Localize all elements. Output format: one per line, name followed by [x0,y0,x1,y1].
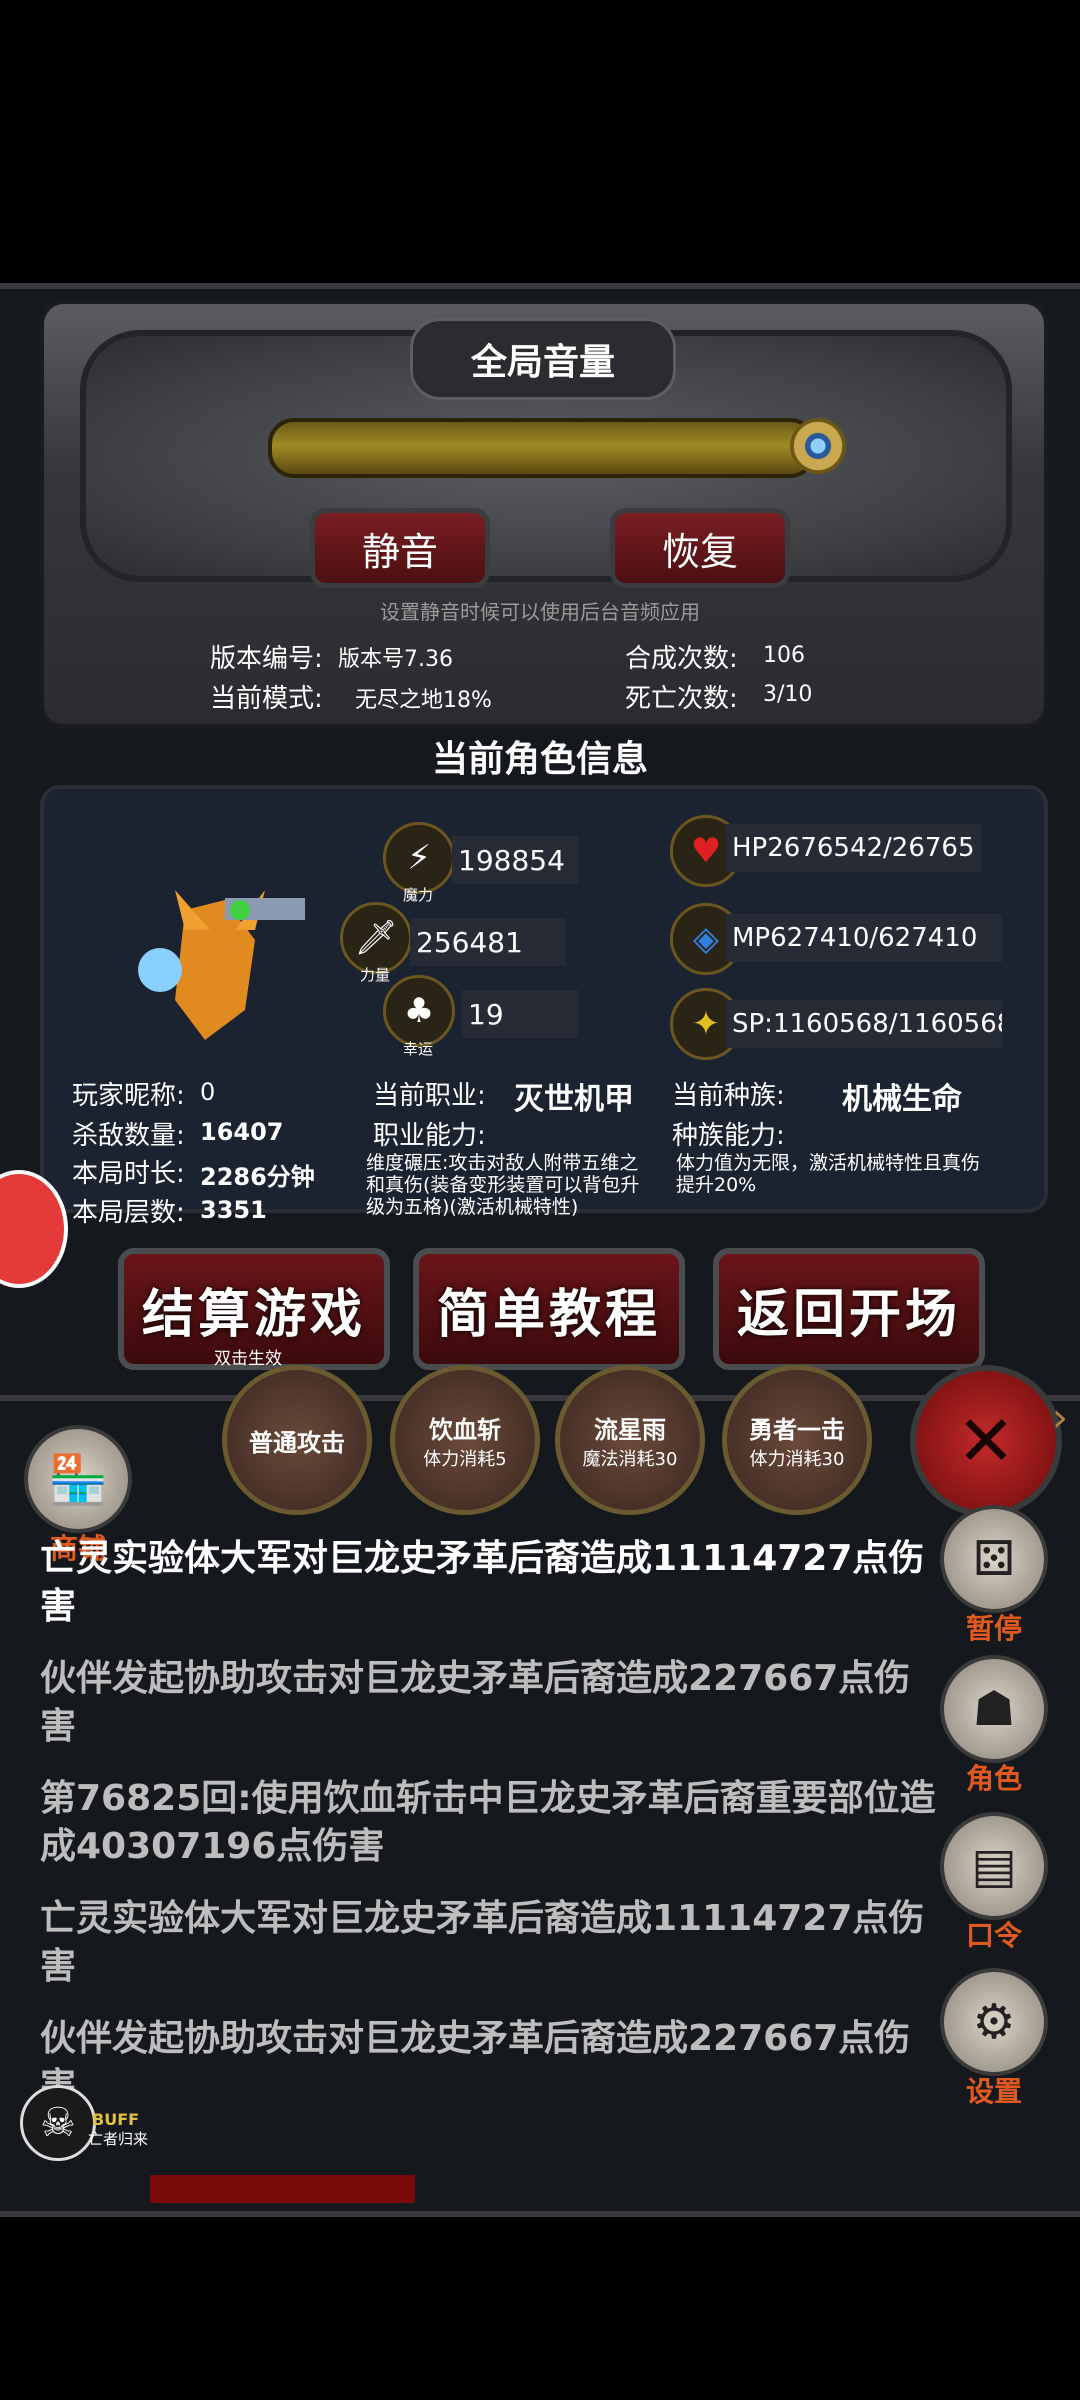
hooded-figure-icon: ☗ [940,1655,1048,1763]
buff-label: BUFF [92,2110,140,2129]
log-line: 亡灵实验体大军对巨龙史矛革后裔造成11114727点伤害 [40,1898,925,1987]
death-value: 3/10 [763,682,813,707]
mp-value: MP627410/627410 [726,914,1002,962]
battle-log[interactable]: 亡灵实验体大军对巨龙史矛革后裔造成11114727点伤害 伙伴发起协助攻击对巨龙… [40,1535,940,2175]
settle-hint: 双击生效 [214,1349,282,1369]
skill-meteor[interactable]: 流星雨 魔法消耗30 [555,1365,705,1515]
floors-label: 本局层数: [72,1198,185,1228]
role-info-title: 当前角色信息 [431,739,648,780]
kills-value: 16407 [200,1118,284,1146]
sp-value: SP:1160568/1160568 [726,1000,1002,1048]
skill-cost: 魔法消耗30 [582,1448,678,1470]
scroll-icon: ▤ [940,1812,1048,1920]
mode-label: 当前模式: [210,684,323,714]
version-label: 版本编号: [210,644,323,674]
floors-value: 3351 [200,1196,267,1224]
race-ability-label: 种族能力: [672,1121,785,1151]
progress-bar [150,2175,415,2203]
gear-icon: ⚙ [940,1968,1048,2076]
skill-cost: 体力消耗30 [749,1448,845,1470]
volume-title: 全局音量 [410,318,676,400]
dice-icon: ⚄ [940,1505,1048,1613]
death-label: 死亡次数: [625,684,738,714]
mode-value: 无尽之地18% [355,688,492,713]
skill-blood-slash[interactable]: 饮血斩 体力消耗5 [390,1365,540,1515]
log-line: 亡灵实验体大军对巨龙史矛革后裔造成11114727点伤害 [40,1538,925,1627]
skill-name: 普通攻击 [249,1428,345,1457]
role-button[interactable]: ☗ 角色 [940,1655,1048,1797]
volume-slider[interactable] [268,418,816,478]
mute-button[interactable]: 静音 [310,508,490,588]
buff-sub-label: 亡者归来 [88,2130,149,2148]
divider [0,1395,1080,1401]
role-label: 角色 [965,1762,1022,1795]
settings-button[interactable]: ⚙ 设置 [940,1968,1048,2110]
skill-name: 流星雨 [594,1415,666,1444]
command-label: 口令 [965,1919,1022,1952]
chevron-right-icon[interactable]: › [1052,1395,1068,1441]
pause-label: 暂停 [965,1612,1022,1645]
magic-label: 魔力 [402,886,433,904]
luck-icon: ♣ [383,975,455,1047]
tutorial-button[interactable]: 简单教程 [413,1248,685,1370]
command-button[interactable]: ▤ 口令 [940,1812,1048,1954]
log-line: 伙伴发起协助攻击对巨龙史矛革后裔造成227667点伤害 [40,1658,911,1747]
power-value: 256481 [410,918,566,966]
race-ability-desc: 体力值为无限，激活机械特性且真伤提升20% [676,1152,981,1196]
back-to-start-button[interactable]: 返回开场 [713,1248,985,1370]
job-ability-desc: 维度碾压:攻击对敌人附带五维之和真伤(装备变形装置可以背包升级为五格)(激活机械… [366,1152,640,1218]
skill-cost: 体力消耗5 [423,1448,507,1470]
kills-label: 杀敌数量: [72,1121,185,1151]
log-line: 伙伴发起协助攻击对巨龙史矛革后裔造成227667点伤害 [40,2018,911,2107]
synth-value: 106 [763,643,805,668]
skull-icon[interactable]: ☠ [20,2085,96,2161]
hp-value: HP2676542/26765 [726,824,982,872]
restore-button[interactable]: 恢复 [610,508,790,588]
skill-name: 勇者一击 [749,1415,845,1444]
volume-slider-handle[interactable] [790,418,846,474]
job-label: 当前职业: [373,1081,486,1111]
mute-hint: 设置静音时候可以使用后台音频应用 [380,600,700,624]
duration-value: 2286分钟 [200,1163,315,1191]
synth-label: 合成次数: [625,644,738,674]
shop-icon: 🏪 [24,1425,132,1533]
nickname-value: 0 [200,1078,216,1106]
log-line: 第76825回:使用饮血斩击中巨龙史矛革后裔重要部位造成40307196点伤害 [40,1778,936,1867]
character-sprite [138,890,305,1040]
duration-label: 本局时长: [72,1159,185,1189]
pause-button[interactable]: ⚄ 暂停 [940,1505,1048,1647]
skill-name: 饮血斩 [429,1415,501,1444]
skill-normal-attack[interactable]: 普通攻击 [222,1365,372,1515]
version-value: 版本号7.36 [338,647,453,672]
race-label: 当前种族: [672,1081,785,1111]
close-icon[interactable]: ✕ [910,1365,1062,1517]
settings-label: 设置 [965,2075,1022,2108]
nickname-label: 玩家昵称: [72,1081,185,1111]
race-value: 机械生命 [842,1082,962,1117]
magic-value: 198854 [452,836,578,884]
skill-hero-strike[interactable]: 勇者一击 体力消耗30 [722,1365,872,1515]
job-ability-label: 职业能力: [373,1121,486,1151]
luck-label: 幸运 [402,1040,433,1058]
luck-value: 19 [462,990,578,1038]
job-value: 灭世机甲 [514,1082,634,1117]
